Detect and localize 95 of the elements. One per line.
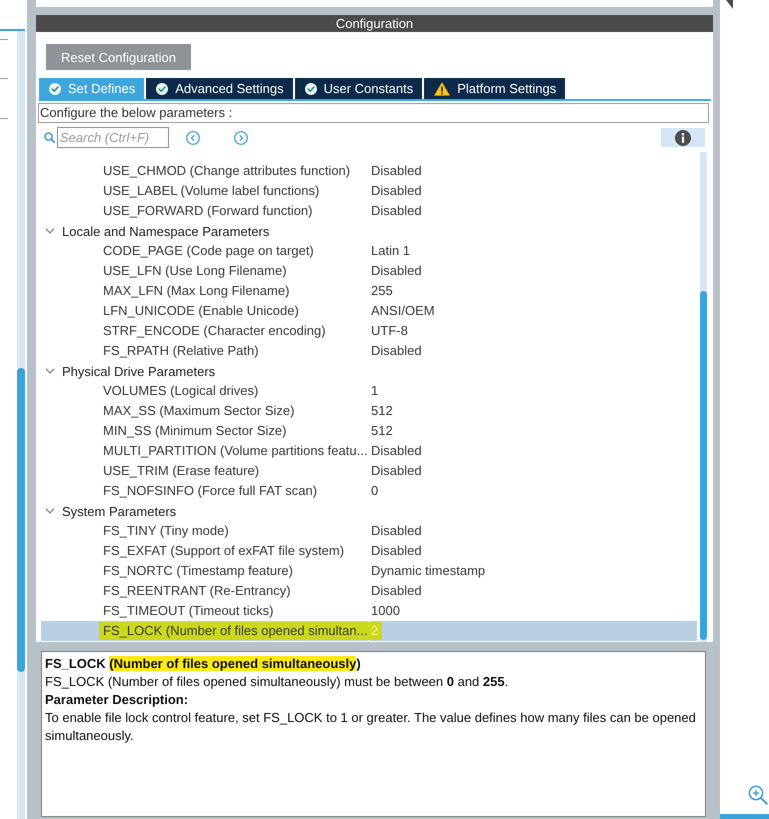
zoom-in-icon[interactable] [748, 785, 768, 805]
parameter-value: Dynamic timestamp [370, 562, 486, 580]
description-heading: Parameter Description: [45, 691, 190, 709]
chevron-down-icon[interactable] [45, 368, 55, 374]
chevron-down-icon[interactable] [45, 228, 55, 234]
parameter-row[interactable]: LFN_UNICODE (Enable Unicode) ANSI/OEM [41, 301, 697, 321]
tab[interactable]: Platform Settings [424, 78, 566, 99]
parameter-name: FS_TINY (Tiny mode) [102, 522, 230, 540]
parameter-value: Disabled [370, 202, 423, 220]
info-button[interactable] [661, 128, 705, 147]
instructions-text: Configure the below parameters : [38, 103, 709, 123]
parameter-value: Disabled [370, 182, 423, 200]
parameter-value: Disabled [370, 162, 423, 180]
scrollbar-track[interactable] [17, 31, 25, 819]
parameter-row[interactable]: CODE_PAGE (Code page on target) Latin 1 [41, 241, 697, 261]
parameter-row[interactable]: FS_REENTRANT (Re-Entrancy) Disabled [41, 581, 697, 601]
check-circle-icon [49, 82, 61, 94]
parameter-name: USE_TRIM (Erase feature) [102, 462, 260, 480]
scrollbar-thumb[interactable] [720, 814, 769, 819]
parameter-row[interactable]: MAX_LFN (Max Long Filename) 255 [41, 281, 697, 301]
parameter-row[interactable]: MAX_SS (Maximum Sector Size) 512 [41, 401, 697, 421]
parameter-value: 1000 [370, 602, 401, 620]
parameter-value: Disabled [370, 522, 423, 540]
parameter-name: FS_NORTC (Timestamp feature) [102, 562, 294, 580]
search-field[interactable]: Search (Ctrl+F) [57, 127, 169, 148]
parameter-row[interactable]: MULTI_PARTITION (Volume partitions featu... Disabled [41, 441, 697, 461]
parameter-name: USE_FORWARD (Forward function) [102, 202, 314, 220]
tab[interactable]: Advanced Settings [146, 78, 293, 99]
panel-header: Configuration [36, 15, 713, 32]
parameter-value: 2 [369, 622, 382, 640]
parameter-row[interactable]: FS_TINY (Tiny mode) Disabled [41, 521, 697, 541]
parameter-value: Disabled [370, 462, 423, 480]
parameter-row[interactable]: FS_TIMEOUT (Timeout ticks) 1000 [41, 601, 697, 621]
check-circle-icon [156, 82, 168, 94]
parameter-name: FS_TIMEOUT (Timeout ticks) [102, 602, 274, 620]
parameter-name: FS_REENTRANT (Re-Entrancy) [102, 582, 292, 600]
parameter-row[interactable]: VOLUMES (Logical drives) 1 [41, 381, 697, 401]
parameter-row[interactable]: FS_EXFAT (Support of exFAT file system) Disabled [41, 541, 697, 561]
parameter-row[interactable]: MIN_SS (Minimum Sector Size) 512 [41, 421, 697, 441]
parameter-name: LFN_UNICODE (Enable Unicode) [102, 302, 300, 320]
parameter-value: Disabled [370, 262, 423, 280]
range-text: FS_LOCK (Number of files opened simultaneously) must be between 0 and 255. [45, 673, 510, 691]
chevron-down-icon[interactable] [45, 508, 55, 514]
parameter-name: MAX_SS (Maximum Sector Size) [102, 402, 296, 420]
parameter-value: Disabled [370, 582, 423, 600]
parameter-name: FS_LOCK (Number of files opened simultan... [99, 622, 372, 640]
parameter-name: FS_RPATH (Relative Path) [102, 342, 260, 360]
description-text: To enable file lock control feature, set FS_LOCK to 1 or greater. The value defines how many files can be opened simultaneously. [45, 709, 697, 745]
check-circle-icon [304, 82, 317, 94]
parameter-name: MAX_LFN (Max Long Filename) [102, 282, 290, 300]
parameter-row[interactable]: USE_LFN (Use Long Filename) Disabled [41, 261, 697, 281]
parameter-row[interactable]: FS_RPATH (Relative Path) Disabled [41, 341, 697, 361]
parameter-value: Disabled [370, 342, 423, 360]
parameter-name: STRF_ENCODE (Character encoding) [102, 322, 327, 340]
scrollbar-thumb[interactable] [700, 291, 707, 640]
parameter-value: Disabled [370, 542, 423, 560]
parameter-value: 512 [370, 422, 394, 440]
parameter-name: VOLUMES (Logical drives) [102, 382, 260, 400]
parameter-value: 1 [370, 382, 380, 400]
parameter-value: Latin 1 [370, 242, 412, 260]
parameter-name: USE_CHMOD (Change attributes function) [102, 162, 352, 180]
parameter-value: ANSI/OEM [370, 302, 436, 320]
parameter-name: USE_LFN (Use Long Filename) [102, 262, 288, 280]
parameter-row[interactable]: STRF_ENCODE (Character encoding) UTF-8 [41, 321, 697, 341]
parameter-row[interactable]: USE_TRIM (Erase feature) Disabled [41, 461, 697, 481]
group-label: Physical Drive Parameters [62, 364, 216, 378]
group-label: Locale and Namespace Parameters [62, 224, 270, 238]
parameter-name: MULTI_PARTITION (Volume partitions featu... [102, 442, 368, 460]
parameter-row[interactable]: USE_LABEL (Volume label functions) Disabled [41, 181, 697, 201]
parameter-name: FS_EXFAT (Support of exFAT file system) [102, 542, 346, 560]
parameter-row[interactable]: FS_NORTC (Timestamp feature) Dynamic timestamp [41, 561, 697, 581]
parameter-row[interactable]: FS_LOCK (Number of files opened simultan... 2 [41, 621, 697, 641]
warning-icon [434, 82, 450, 96]
parameter-name: USE_LABEL (Volume label functions) [102, 182, 320, 200]
scrollbar-track[interactable] [700, 152, 707, 642]
parameter-value: UTF-8 [370, 322, 409, 340]
info-icon [675, 130, 691, 146]
triangle-icon [726, 0, 733, 10]
scrollbar-thumb[interactable] [17, 368, 25, 672]
parameter-value: 512 [370, 402, 394, 420]
parameter-value: 0 [370, 482, 380, 500]
parameter-row[interactable]: USE_CHMOD (Change attributes function) Disabled [41, 161, 697, 181]
previous-circle-icon[interactable] [186, 130, 200, 144]
parameter-row[interactable]: USE_FORWARD (Forward function) Disabled [41, 201, 697, 221]
parameter-value: Disabled [370, 442, 423, 460]
parameter-name: FS_NOFSINFO (Force full FAT scan) [102, 482, 318, 500]
description-title: FS_LOCK (Number of files opened simultaneously) [45, 655, 362, 673]
parameter-row[interactable]: FS_NOFSINFO (Force full FAT scan) 0 [41, 481, 697, 501]
search-icon [44, 132, 55, 143]
parameter-name: MIN_SS (Minimum Sector Size) [102, 422, 288, 440]
parameter-value: 255 [370, 282, 394, 300]
group-label: System Parameters [62, 504, 176, 518]
next-circle-icon[interactable] [234, 130, 248, 144]
tab[interactable]: User Constants [294, 78, 422, 99]
parameter-name: CODE_PAGE (Code page on target) [102, 242, 315, 260]
